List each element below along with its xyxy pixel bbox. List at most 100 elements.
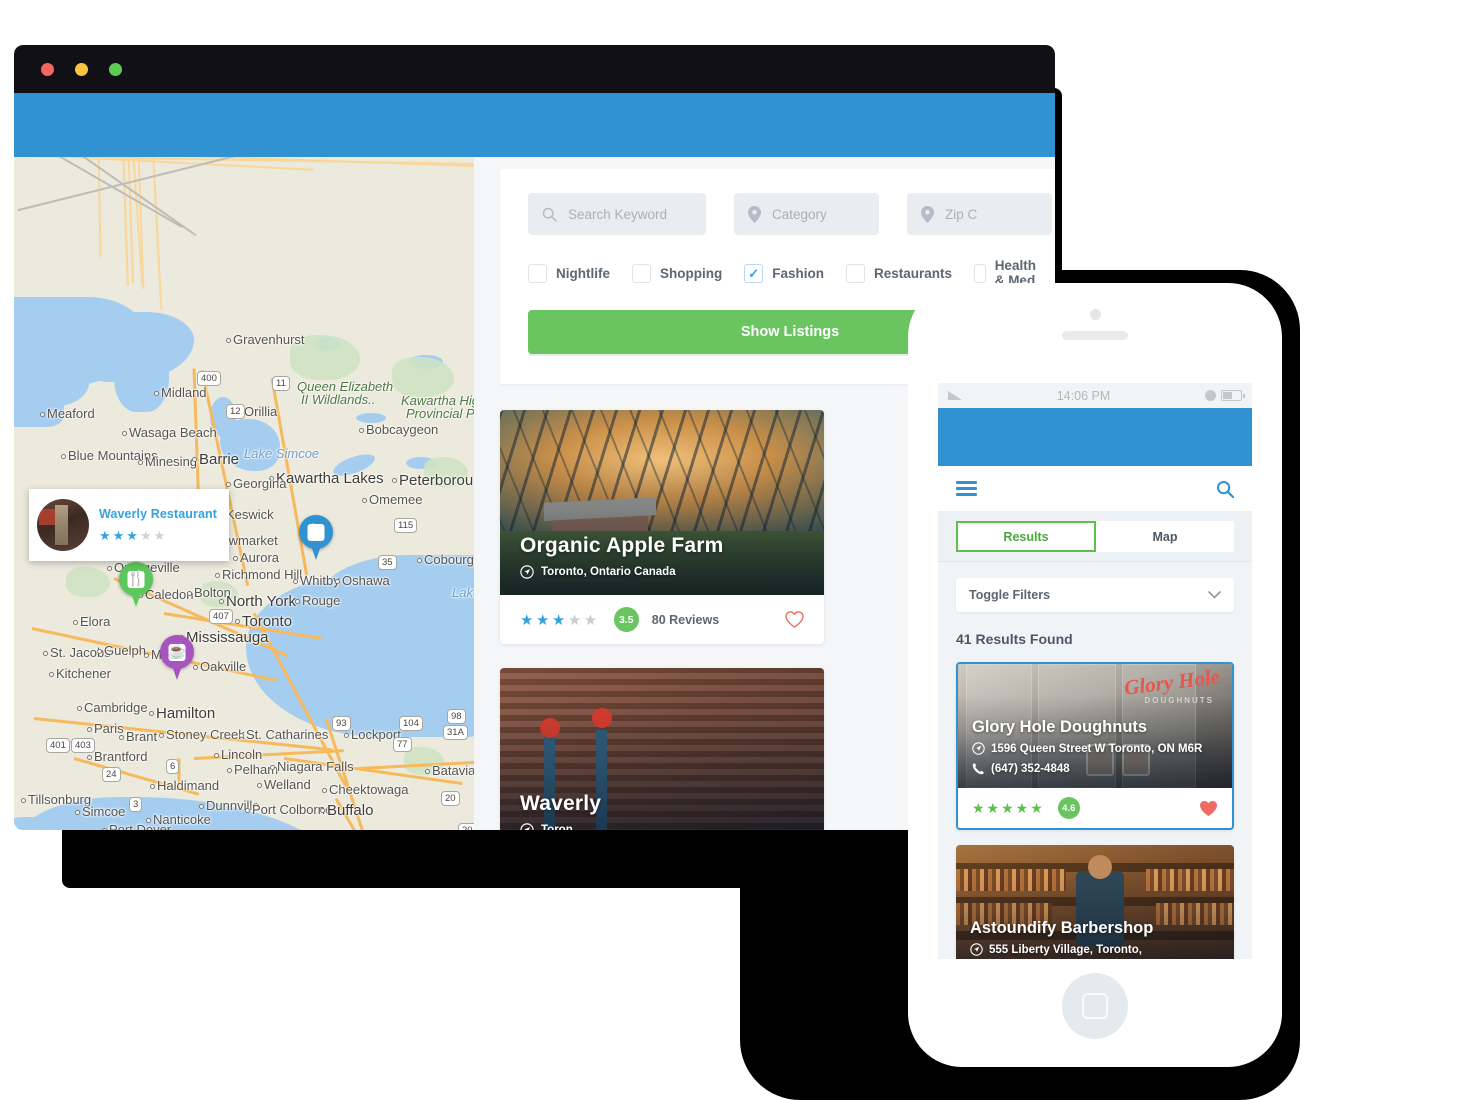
map-city-dot xyxy=(359,428,364,433)
mobile-listing-address: 555 Liberty Village, Toronto, xyxy=(970,943,1222,959)
map-place-label: Orillia xyxy=(244,404,278,419)
status-bar-time: 14:06 PM xyxy=(1056,388,1111,403)
listing-title[interactable]: Waverly xyxy=(520,792,810,816)
category-input[interactable] xyxy=(772,206,865,222)
phone-home-button[interactable] xyxy=(1062,973,1128,1039)
checkbox-box[interactable] xyxy=(632,263,651,283)
mobile-listing-photo[interactable]: Glory Hole DOUGHNUTS Glory Hole Doughnut… xyxy=(958,664,1232,788)
map-city-dot xyxy=(335,579,340,584)
mobile-listing-address-text: 555 Liberty Village, Toronto, xyxy=(989,944,1142,957)
map-city-dot xyxy=(21,798,26,803)
shopping-pin[interactable]: 🛍 xyxy=(299,515,333,561)
category-checkbox-fashion[interactable]: Fashion xyxy=(744,263,824,283)
phone-status-bar: 14:06 PM xyxy=(938,383,1252,408)
mobile-listing-photo[interactable]: Astoundify Barbershop 555 Liberty Villag… xyxy=(956,845,1234,959)
info-window-title[interactable]: Waverly Restaurant xyxy=(99,507,217,521)
map-city-dot xyxy=(187,591,192,596)
cafe-pin[interactable]: ☕ xyxy=(160,635,194,681)
map-info-window[interactable]: Waverly Restaurant ★★★★★ xyxy=(29,489,229,561)
mobile-listing-star-rating: ★★★★★ xyxy=(972,799,1045,816)
map-place-label: Whitby xyxy=(300,573,340,588)
category-checkbox-nightlife[interactable]: Nightlife xyxy=(528,263,610,283)
map-place-label: Meaford xyxy=(47,406,95,421)
map-route-shield: 3 xyxy=(129,797,143,812)
hamburger-menu-icon[interactable] xyxy=(956,478,977,500)
mobile-listing-card[interactable]: Glory Hole DOUGHNUTS Glory Hole Doughnut… xyxy=(956,662,1234,830)
phone-icon xyxy=(972,762,985,775)
checkbox-box[interactable] xyxy=(974,263,986,283)
mobile-listing-phone: (647) 352-4848 xyxy=(972,762,1220,778)
map-route-shield: 401 xyxy=(46,738,70,753)
map-place-label: Gravenhurst xyxy=(233,332,305,347)
mobile-listing-rating-badge: 4.6 xyxy=(1057,797,1080,819)
map-place-label: Cambridge xyxy=(84,700,148,715)
map-city-dot xyxy=(425,769,430,774)
map-route-shield: 93 xyxy=(332,716,351,731)
phone-earpiece-speaker xyxy=(1062,331,1128,340)
listing-photo[interactable]: Organic Apple Farm Toronto, Ontario Cana… xyxy=(500,410,824,595)
screenshot-stage: Gravenhurst Midland Meaford Orillia Wasaga B… xyxy=(0,0,1467,1100)
listing-title[interactable]: Organic Apple Farm xyxy=(520,534,810,558)
search-input[interactable] xyxy=(568,206,692,222)
map-panel[interactable]: Gravenhurst Midland Meaford Orillia Wasaga B… xyxy=(14,157,474,830)
map-place-label: Paris xyxy=(94,721,124,736)
map-city-dot xyxy=(320,808,325,813)
home-button-square-icon xyxy=(1082,993,1108,1019)
map-place-label: Toronto xyxy=(242,613,293,630)
mobile-listing-title[interactable]: Astoundify Barbershop xyxy=(970,919,1222,938)
mobile-listing-title[interactable]: Glory Hole Doughnuts xyxy=(972,718,1220,737)
map-place-label: Rouge xyxy=(302,593,341,608)
listing-card[interactable]: Waverly Toron ★★★★★ xyxy=(500,668,824,830)
listing-star-rating: ★★★★★ xyxy=(520,611,600,629)
zip-code-field[interactable] xyxy=(907,193,1052,235)
minimize-window-button[interactable] xyxy=(75,63,88,76)
tab-map[interactable]: Map xyxy=(1096,521,1234,552)
favorite-heart-icon[interactable] xyxy=(785,611,804,628)
map-place-label: Batavia xyxy=(432,763,474,778)
map-place-label: Elora xyxy=(80,614,111,629)
tab-results[interactable]: Results xyxy=(956,521,1096,552)
map-place-label: North York xyxy=(226,593,297,610)
map-place-label: Wasaga Beach xyxy=(129,425,217,440)
map-place-label: Buffalo xyxy=(327,802,374,819)
close-window-button[interactable] xyxy=(41,63,54,76)
checkbox-box[interactable] xyxy=(528,263,547,283)
map-city-dot xyxy=(75,810,80,815)
toggle-filters-dropdown[interactable]: Toggle Filters xyxy=(956,578,1234,612)
map-water-label: Lake Simcoe xyxy=(244,446,320,461)
map-place-label: Guelph xyxy=(104,643,146,658)
zip-code-input[interactable] xyxy=(945,206,1038,222)
fork-knife-icon: 🍴 xyxy=(126,569,146,587)
restaurant-pin[interactable]: 🍴 xyxy=(119,562,153,608)
map-city-dot xyxy=(77,706,82,711)
listing-photo[interactable]: Waverly Toron xyxy=(500,668,824,830)
maximize-window-button[interactable] xyxy=(109,63,122,76)
checkbox-box[interactable] xyxy=(744,263,764,283)
category-field[interactable] xyxy=(734,193,879,235)
map-city-dot xyxy=(144,653,149,658)
checkbox-box[interactable] xyxy=(846,263,865,283)
location-arrow-icon xyxy=(520,565,534,579)
signal-icon xyxy=(948,391,962,400)
map-city-dot xyxy=(245,808,250,813)
search-icon[interactable] xyxy=(1216,480,1234,498)
map-route-shield: 98 xyxy=(447,709,466,724)
category-checkbox-shopping[interactable]: Shopping xyxy=(632,263,723,283)
search-keyword-field[interactable] xyxy=(528,193,706,235)
mobile-listing-card[interactable]: Astoundify Barbershop 555 Liberty Villag… xyxy=(956,845,1234,959)
checkbox-label: Shopping xyxy=(660,265,723,281)
mobile-navbar xyxy=(938,466,1252,512)
map-pin-icon xyxy=(748,205,761,223)
map-place-label: St. Catharines xyxy=(246,727,329,742)
checkbox-label: Nightlife xyxy=(556,265,610,281)
listing-card[interactable]: Organic Apple Farm Toronto, Ontario Cana… xyxy=(500,410,824,644)
favorite-heart-icon[interactable] xyxy=(1199,800,1218,817)
map-city-dot xyxy=(362,498,367,503)
category-checkbox-restaurants[interactable]: Restaurants xyxy=(846,263,953,283)
map-place-label: Kitchener xyxy=(56,666,111,681)
map-city-dot xyxy=(270,765,275,770)
map-city-dot xyxy=(257,783,262,788)
checkbox-label: Restaurants xyxy=(874,265,953,281)
map-route-shield: 403 xyxy=(71,738,95,753)
listing-address: Toronto, Ontario Canada xyxy=(520,565,810,579)
